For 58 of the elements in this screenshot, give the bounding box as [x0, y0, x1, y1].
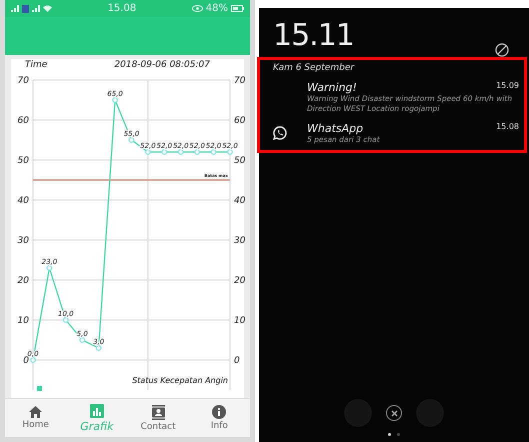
data-point: [194, 149, 200, 155]
chart-description: Status Kecepatan Angin: [132, 376, 228, 386]
close-button[interactable]: [386, 405, 402, 421]
y-tick-label: 70: [18, 76, 29, 86]
y-tick-label: 0: [23, 356, 29, 366]
data-point: [227, 149, 233, 155]
circle-slash-icon: [495, 43, 509, 57]
y-tick-label: 0: [234, 356, 240, 366]
data-point: [96, 345, 102, 351]
y-tick-label: 60: [234, 116, 246, 126]
y-tick-label: 10: [18, 316, 29, 326]
close-icon: [390, 410, 398, 416]
y-tick-label: 50: [234, 156, 246, 166]
data-point: [62, 317, 69, 323]
data-point: [30, 357, 36, 363]
y-tick-label: 70: [234, 76, 246, 86]
y-tick-label: 40: [18, 196, 29, 206]
y-tick-label: 30: [18, 236, 29, 246]
contact-card-icon: [152, 404, 165, 420]
notification-title[interactable]: WhatsApp: [307, 122, 496, 134]
timestamp: 2018-09-06 08:05:07: [114, 60, 210, 70]
status-time: 15.08: [108, 3, 136, 14]
data-point: [46, 265, 52, 271]
data-point: [112, 97, 118, 103]
nav-tab[interactable]: Home: [5, 399, 66, 437]
data-point: [79, 337, 86, 343]
notification-time: 15.08: [496, 122, 519, 132]
info-icon: [212, 405, 226, 419]
signal-icon: [32, 5, 40, 12]
y-tick-label: 60: [18, 116, 29, 126]
y-tick-label: 30: [234, 236, 246, 246]
notification-title[interactable]: Warning!: [307, 81, 496, 94]
y-tick-label: 50: [18, 156, 29, 166]
data-point: [128, 137, 134, 143]
legend-swatch: [37, 386, 42, 392]
data-point: [178, 149, 184, 155]
sim-icon: [22, 4, 29, 13]
battery-icon: [231, 5, 244, 12]
signal-icon: [11, 5, 19, 12]
nav-tab[interactable]: Contact: [128, 399, 189, 437]
chat-bubble-icon: [273, 126, 287, 140]
battery-percent: 48%: [206, 3, 228, 14]
data-point: [161, 149, 168, 155]
data-point: [210, 149, 216, 155]
data-point: [145, 149, 151, 155]
y-tick-label: 20: [234, 276, 246, 286]
nav-tab[interactable]: Info: [188, 399, 250, 437]
notification-time: 15.09: [496, 81, 519, 92]
wifi-icon: [43, 5, 52, 12]
eye-icon: [192, 5, 203, 12]
lock-date: Kam 6 September: [272, 62, 356, 73]
chart-icon: [90, 404, 104, 418]
y-tick-label: 40: [234, 196, 246, 206]
time-label: Time: [25, 60, 48, 70]
y-tick-label: 10: [234, 316, 246, 326]
y-tick-label: 20: [18, 276, 29, 286]
home-icon: [29, 406, 42, 418]
lock-clock: 15.11: [272, 17, 354, 53]
